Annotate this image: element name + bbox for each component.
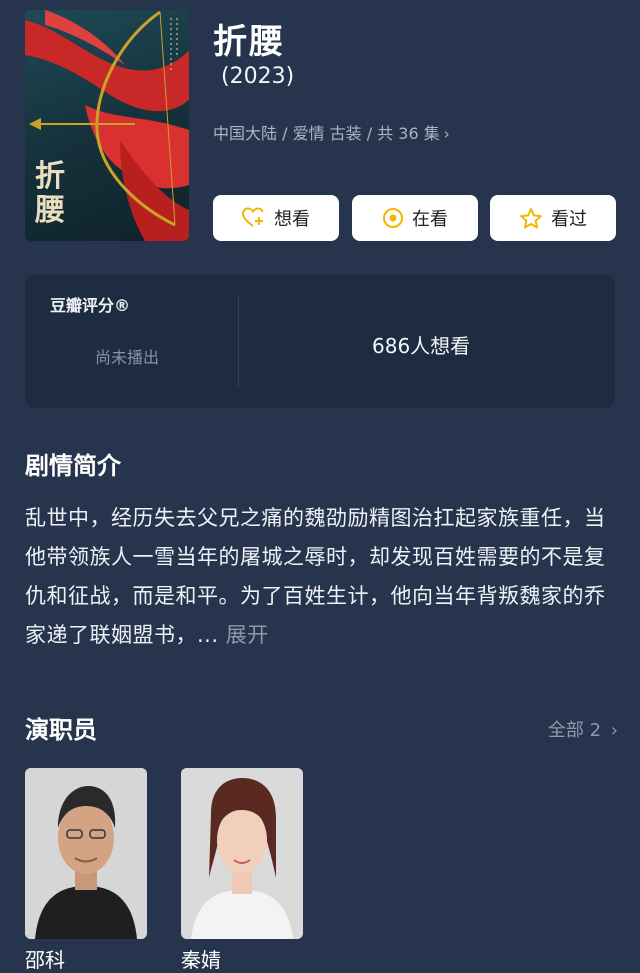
- rating-status: 尚未播出: [95, 348, 160, 367]
- watching-label: 在看: [412, 209, 448, 230]
- rating-divider: [238, 296, 239, 388]
- cast-photo[interactable]: [25, 768, 147, 939]
- want-label: 想看: [274, 209, 310, 230]
- movie-meta-text: 中国大陆 / 爱情 古装 / 共 36 集: [213, 124, 440, 143]
- want-count: 686人想看: [372, 334, 471, 358]
- synopsis-text: 乱世中，经历失去父兄之痛的魏劭励精图治扛起家族重任，当他带领族人一雪当年的屠城之…: [25, 506, 606, 647]
- cast-all-label: 全部 2: [547, 720, 602, 741]
- movie-meta-link[interactable]: 中国大陆 / 爱情 古装 / 共 36 集 ›: [213, 120, 450, 144]
- cast-all-link[interactable]: 全部 2 ›: [548, 716, 618, 742]
- poster-image[interactable]: 折腰: [25, 10, 189, 241]
- watching-button[interactable]: 在看: [352, 195, 478, 241]
- rating-card[interactable]: 豆瓣评分® 尚未播出 686人想看: [25, 274, 615, 408]
- cast-name: 秦婧: [181, 948, 221, 972]
- poster-title: 折腰: [35, 159, 65, 228]
- target-icon: [383, 208, 403, 228]
- heart-plus-icon: [242, 207, 264, 227]
- synopsis-heading: 剧情简介: [25, 452, 121, 480]
- chevron-right-icon: ›: [610, 720, 618, 741]
- watched-button[interactable]: 看过: [490, 195, 616, 241]
- star-icon: [520, 207, 542, 228]
- cast-name: 邵科: [25, 948, 65, 972]
- release-year: (2023): [221, 64, 295, 89]
- page-title: 折腰: [213, 22, 285, 62]
- chevron-right-icon: ›: [443, 125, 450, 143]
- cast-heading: 演职员: [25, 716, 97, 744]
- cast-photo[interactable]: [181, 768, 303, 939]
- expand-link[interactable]: 展开: [226, 623, 269, 647]
- rating-source: 豆瓣评分®: [50, 296, 131, 315]
- synopsis-text-block: 乱世中，经历失去父兄之痛的魏劭励精图治扛起家族重任，当他带领族人一雪当年的屠城之…: [25, 499, 615, 655]
- person-portrait: [181, 768, 303, 939]
- watched-label: 看过: [551, 209, 587, 230]
- person-portrait: [25, 768, 147, 939]
- want-to-watch-button[interactable]: 想看: [213, 195, 339, 241]
